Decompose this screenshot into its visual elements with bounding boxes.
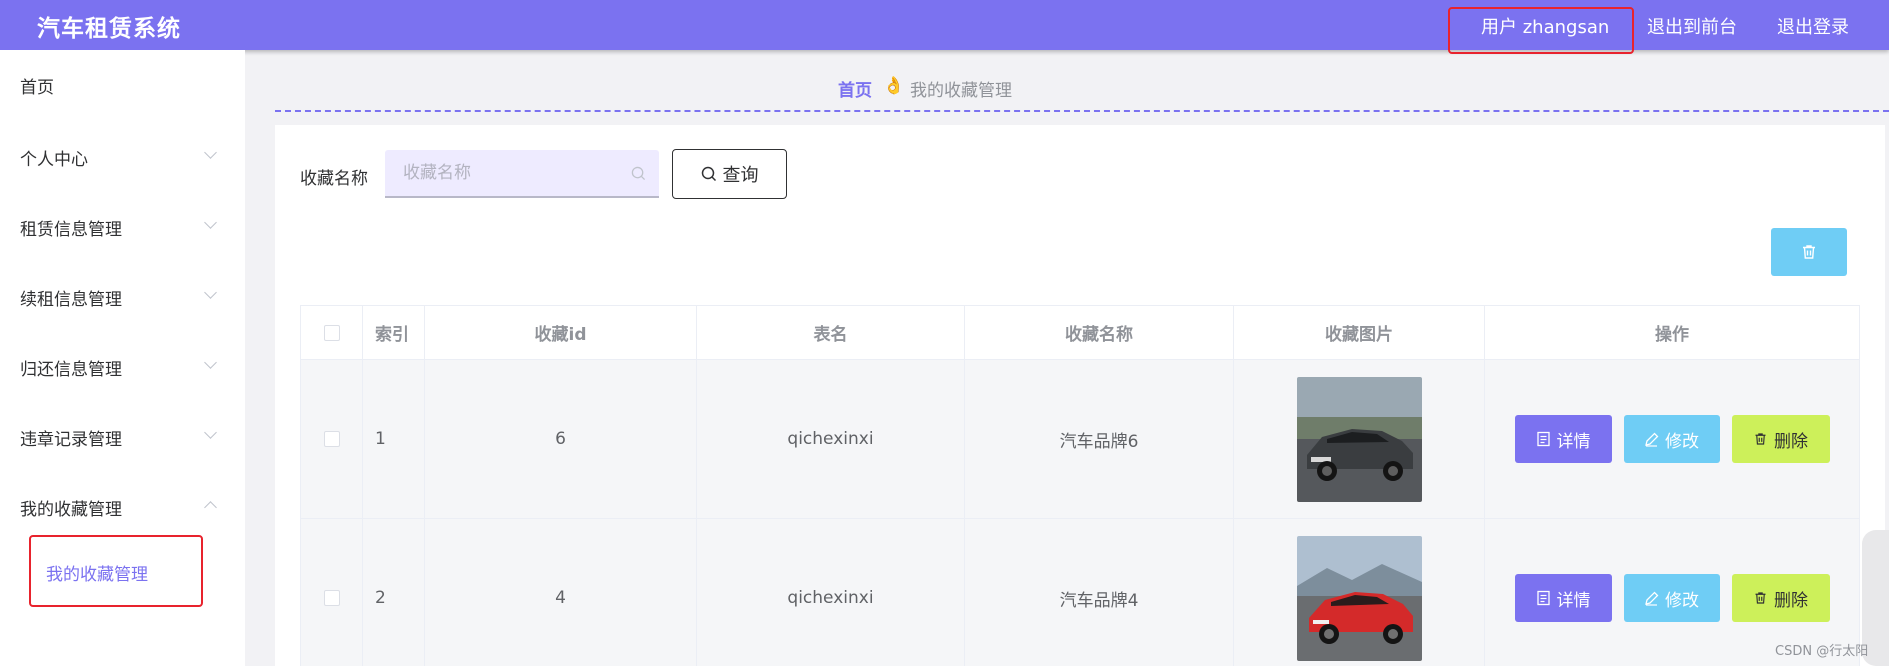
row-name: 汽车品牌4: [965, 519, 1234, 666]
exit-to-front-link[interactable]: 退出到前台: [1647, 13, 1737, 39]
sidebar-item-return-info[interactable]: 归还信息管理: [20, 355, 122, 380]
sidebar-item-home[interactable]: 首页: [20, 73, 54, 98]
batch-delete-button[interactable]: [1771, 228, 1847, 276]
row-checkbox[interactable]: [323, 590, 340, 606]
query-button[interactable]: 查询: [672, 149, 787, 199]
row-id: 4: [425, 519, 697, 666]
trash-icon: [1803, 245, 1815, 259]
detail-button-label: 详情: [1556, 590, 1591, 611]
detail-button[interactable]: 详情: [1514, 415, 1612, 463]
car-image[interactable]: [1296, 376, 1422, 502]
select-all-header: [300, 305, 363, 360]
sidebar-item-personal-center[interactable]: 个人中心: [20, 145, 88, 170]
breadcrumb-divider: [275, 110, 1889, 112]
search-label: 收藏名称: [300, 169, 368, 189]
edit-button[interactable]: 修改: [1623, 415, 1720, 463]
row-index: 1: [363, 360, 425, 519]
column-header-index: 索引: [363, 305, 425, 360]
row-table-name: qichexinxi: [697, 519, 965, 666]
document-icon: [1536, 590, 1550, 606]
select-all-checkbox[interactable]: [323, 324, 340, 341]
row-checkbox[interactable]: [323, 431, 340, 447]
edit-pencil-icon: [1645, 591, 1659, 606]
table-row: 2 4 qichexinxi 汽车品牌4 详情 修改 删除: [300, 519, 1860, 666]
row-name: 汽车品牌6: [965, 360, 1234, 519]
sidebar-item-violation-records[interactable]: 违章记录管理: [20, 425, 122, 450]
logout-link[interactable]: 退出登录: [1777, 13, 1849, 39]
delete-button-label: 删除: [1774, 590, 1808, 611]
document-icon: [1536, 431, 1550, 447]
current-user-label[interactable]: 用户 zhangsan: [1481, 13, 1609, 39]
column-header-name: 收藏名称: [965, 305, 1234, 360]
edit-button[interactable]: 修改: [1623, 574, 1720, 622]
column-header-actions: 操作: [1485, 305, 1860, 360]
ok-hand-icon: 👌: [883, 76, 905, 96]
app-title: 汽车租赁系统: [37, 16, 181, 42]
breadcrumb-home[interactable]: 首页: [838, 76, 872, 101]
search-icon: [631, 166, 646, 181]
favorite-name-search-input[interactable]: [385, 150, 659, 198]
edit-button-label: 修改: [1665, 590, 1699, 611]
submenu-item-my-favorites[interactable]: 我的收藏管理: [46, 560, 148, 585]
column-header-image: 收藏图片: [1234, 305, 1485, 360]
trash-icon: [1755, 592, 1766, 604]
sidebar-item-rental-info[interactable]: 租赁信息管理: [20, 215, 122, 240]
sidebar-item-favorites[interactable]: 我的收藏管理: [20, 495, 122, 520]
edit-pencil-icon: [1645, 432, 1659, 447]
edit-button-label: 修改: [1665, 431, 1699, 452]
row-index: 2: [363, 519, 425, 666]
delete-button-label: 删除: [1774, 431, 1808, 452]
table-row: 1 6 qichexinxi 汽车品牌6 详情 修改 删除: [300, 360, 1860, 519]
detail-button[interactable]: 详情: [1514, 574, 1612, 622]
row-table-name: qichexinxi: [697, 360, 965, 519]
column-header-table-name: 表名: [697, 305, 965, 360]
sidebar-item-renewal-info[interactable]: 续租信息管理: [20, 285, 122, 310]
car-image[interactable]: [1296, 535, 1422, 661]
search-icon: [701, 166, 716, 182]
column-header-id: 收藏id: [425, 305, 697, 360]
delete-button[interactable]: 删除: [1731, 574, 1830, 622]
trash-icon: [1755, 433, 1766, 445]
query-button-label: 查询: [722, 165, 759, 186]
breadcrumb-current: 我的收藏管理: [910, 81, 1012, 101]
watermark: CSDN @行太阳: [1775, 644, 1869, 659]
delete-button[interactable]: 删除: [1731, 415, 1830, 463]
row-id: 6: [425, 360, 697, 519]
detail-button-label: 详情: [1556, 431, 1591, 452]
